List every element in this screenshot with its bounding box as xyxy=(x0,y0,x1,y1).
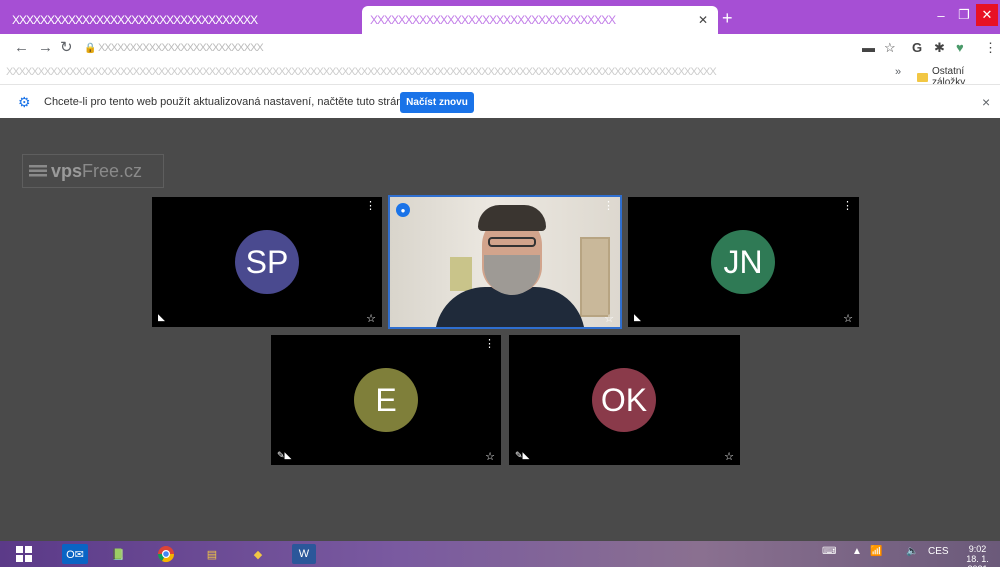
browser-menu-icon[interactable]: ⋮ xyxy=(984,40,997,56)
participant-tile[interactable]: SP ⋮ ◣ ☆ xyxy=(152,197,382,327)
clock-time: 9:02 xyxy=(968,544,987,554)
bookmarks-bar: XXXXXXXXXXXXXXXXXXXXXXXXXXXXXXXXXXXXXXXX… xyxy=(0,62,1000,88)
extension-g-icon[interactable]: G xyxy=(912,40,922,56)
logo-mark-icon xyxy=(29,165,47,177)
bookmark-star-icon[interactable]: ☆ xyxy=(884,40,896,56)
person-glasses xyxy=(488,237,536,247)
mic-off-icon: ◣ xyxy=(158,312,165,322)
browser-titlebar: XXXXXXXXXXXXXXXXXXXXXXXXXXXXXXXXXXX XXXX… xyxy=(0,0,1000,34)
lock-icon: 🔒 xyxy=(84,42,97,54)
language-indicator[interactable]: CES xyxy=(928,546,949,557)
participant-avatar: SP xyxy=(235,230,299,294)
tab-title: XXXXXXXXXXXXXXXXXXXXXXXXXXXXXXXXXXX xyxy=(12,13,258,27)
pin-icon[interactable]: ☆ xyxy=(843,312,853,325)
browser-tab-1[interactable]: XXXXXXXXXXXXXXXXXXXXXXXXXXXXXXXXXXX xyxy=(4,6,362,34)
infobar-message: Chcete-li pro tento web použít aktualizo… xyxy=(44,96,447,108)
system-clock[interactable]: 9:02 18. 1. 2021 xyxy=(955,544,1000,567)
reload-page-button[interactable]: Načíst znovu xyxy=(400,92,474,113)
speaking-indicator-icon: ● xyxy=(396,203,410,217)
more-options-icon[interactable]: ⋮ xyxy=(484,339,495,350)
browser-tab-2-active[interactable]: XXXXXXXXXXXXXXXXXXXXXXXXXXXXXXXXXXX ✕ xyxy=(362,6,718,34)
url-omnibox[interactable]: 🔒 XXXXXXXXXXXXXXXXXXXXXXXXXX xyxy=(84,38,864,58)
tray-expand-icon[interactable]: ▲ xyxy=(852,546,862,557)
participant-tile[interactable]: JN ⋮ ◣ ☆ xyxy=(628,197,859,327)
more-options-icon[interactable]: ⋮ xyxy=(603,201,614,212)
file-explorer-icon[interactable]: ▤ xyxy=(202,544,222,564)
pin-icon[interactable]: ☆ xyxy=(366,312,376,325)
volume-icon[interactable]: 🔈 xyxy=(906,546,918,557)
clock-date: 18. 1. 2021 xyxy=(966,554,989,567)
bookmarks-overflow-button[interactable]: » xyxy=(895,66,901,78)
participant-avatar: JN xyxy=(711,230,775,294)
folder-app-icon[interactable]: ◆ xyxy=(248,544,268,564)
participant-avatar: OK xyxy=(592,368,656,432)
person-cap xyxy=(478,205,546,231)
wall-poster xyxy=(450,257,472,291)
address-bar-row: ← → ↻ 🔒 XXXXXXXXXXXXXXXXXXXXXXXXXX ▬ ☆ G… xyxy=(0,34,1000,62)
pin-icon[interactable]: ☆ xyxy=(604,312,614,325)
window-restore-button[interactable]: ❐ xyxy=(953,4,975,26)
participant-tile[interactable]: E ⋮ ✎◣ ☆ xyxy=(271,335,501,465)
tab-close-icon[interactable]: ✕ xyxy=(696,13,710,27)
forward-arrow-icon[interactable]: → xyxy=(38,39,53,57)
mic-off-icon: ✎◣ xyxy=(277,450,292,460)
reload-icon[interactable]: ↻ xyxy=(60,39,73,57)
new-tab-button[interactable]: + xyxy=(722,9,733,27)
meeting-stage: vpsFree.cz SP ⋮ ◣ ☆ ● ⋮ ☆ JN ⋮ ◣ ☆ E ⋮ ✎… xyxy=(0,118,1000,541)
vpsfree-logo: vpsFree.cz xyxy=(22,154,164,188)
windows-start-icon[interactable] xyxy=(14,544,34,564)
folder-icon xyxy=(917,72,928,82)
participant-video-tile[interactable]: ● ⋮ ☆ xyxy=(388,195,622,329)
window-close-button[interactable]: ✕ xyxy=(976,4,998,26)
url-text: XXXXXXXXXXXXXXXXXXXXXXXXXX xyxy=(98,42,264,54)
chrome-icon[interactable] xyxy=(156,544,176,564)
more-options-icon[interactable]: ⋮ xyxy=(842,201,853,212)
camera-icon[interactable]: ▬ xyxy=(862,40,875,56)
participant-avatar: E xyxy=(354,368,418,432)
mic-off-icon: ◣ xyxy=(634,312,641,322)
keyboard-icon[interactable]: ⌨ xyxy=(822,546,836,557)
pin-icon[interactable]: ☆ xyxy=(724,450,734,463)
logo-text: vpsFree.cz xyxy=(51,160,143,181)
more-options-icon[interactable]: ⋮ xyxy=(365,201,376,212)
pin-icon[interactable]: ☆ xyxy=(485,450,495,463)
gear-icon: ⚙ xyxy=(18,94,31,110)
profile-avatar-icon[interactable]: ♥ xyxy=(956,40,964,56)
settings-infobar: ⚙ Chcete-li pro tento web použít aktuali… xyxy=(0,84,1000,118)
outlook-icon[interactable]: O✉ xyxy=(62,544,88,564)
ebook-reader-icon[interactable]: 📗 xyxy=(108,544,128,564)
bookmarks-list[interactable]: XXXXXXXXXXXXXXXXXXXXXXXXXXXXXXXXXXXXXXXX… xyxy=(6,66,886,78)
participant-tile[interactable]: OK ✎◣ ☆ xyxy=(509,335,740,465)
extensions-puzzle-icon[interactable]: ✱ xyxy=(934,40,945,56)
tab-title: XXXXXXXXXXXXXXXXXXXXXXXXXXXXXXXXXXX xyxy=(370,13,616,27)
word-icon[interactable]: W xyxy=(292,544,316,564)
back-arrow-icon[interactable]: ← xyxy=(14,39,29,57)
window-minimize-button[interactable]: – xyxy=(930,4,952,26)
door xyxy=(580,237,610,317)
network-icon[interactable]: 📶 xyxy=(870,546,882,557)
mic-off-icon: ✎◣ xyxy=(515,450,530,460)
infobar-close-icon[interactable]: × xyxy=(982,94,990,110)
windows-taskbar: O✉ 📗 ▤ ◆ W ⌨ ▲ 📶 🔈 CES 9:02 18. 1. 2021 xyxy=(0,541,1000,567)
